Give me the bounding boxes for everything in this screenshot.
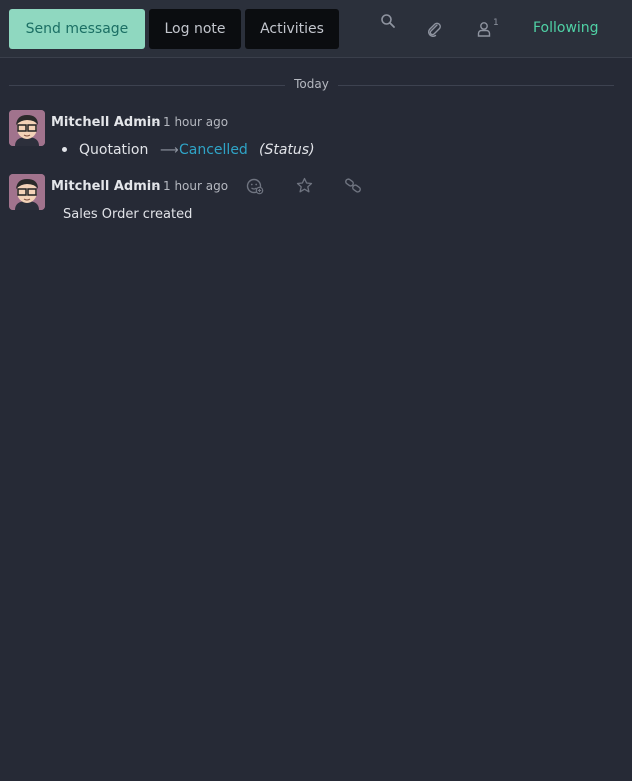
author-date-separator: -	[153, 179, 158, 193]
paperclip-icon[interactable]	[426, 21, 442, 37]
message-date: 1 hour ago	[163, 115, 229, 129]
tracking-old-value: Quotation	[79, 142, 149, 158]
link-icon[interactable]	[344, 177, 362, 198]
send-message-button[interactable]: Send message	[9, 9, 145, 49]
activities-button[interactable]: Activities	[245, 9, 339, 49]
following-button[interactable]: Following	[533, 20, 599, 36]
search-icon[interactable]	[380, 13, 396, 29]
tracking-field-name: (Status)	[259, 142, 315, 158]
chatter-topbar: Send message Log note Activities 1 Follo…	[0, 0, 632, 58]
message-author[interactable]: Mitchell Admin	[51, 115, 160, 130]
avatar[interactable]	[9, 174, 45, 210]
long-arrow-right-icon: ⟶	[160, 143, 179, 158]
follower-count: 1	[493, 18, 499, 28]
date-divider-line	[338, 85, 614, 86]
star-icon[interactable]	[296, 177, 313, 198]
log-note-button[interactable]: Log note	[149, 9, 241, 49]
message-body: Sales Order created	[63, 207, 193, 222]
tracking-new-value: Cancelled	[179, 142, 248, 158]
add-reaction-icon[interactable]	[246, 177, 264, 199]
user-icon[interactable]	[477, 21, 491, 37]
message-date: 1 hour ago	[163, 179, 229, 193]
avatar[interactable]	[9, 110, 45, 146]
date-divider-line	[9, 85, 285, 86]
date-separator: Today	[294, 77, 329, 91]
message-author[interactable]: Mitchell Admin	[51, 179, 160, 194]
author-date-separator: -	[153, 115, 158, 129]
list-bullet	[62, 147, 67, 152]
